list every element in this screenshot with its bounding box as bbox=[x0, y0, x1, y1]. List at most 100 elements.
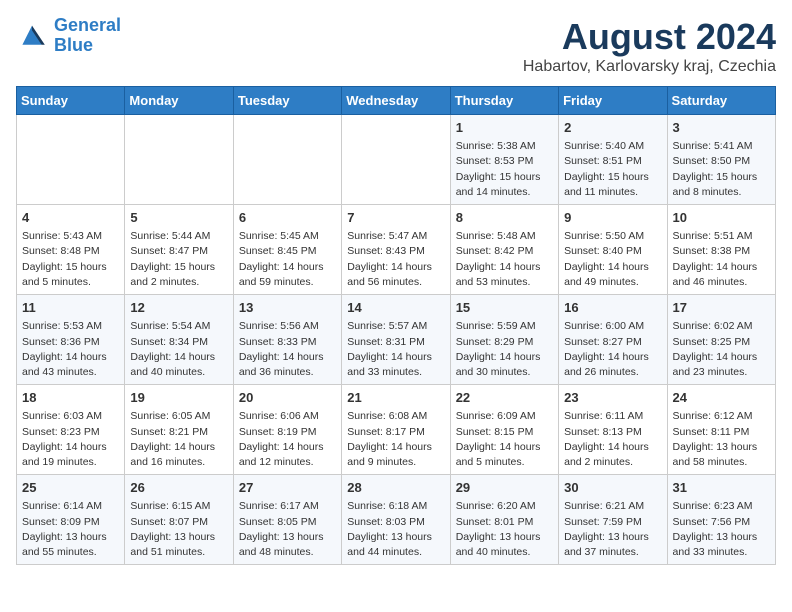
calendar-cell-5: 2 Sunrise: 5:40 AM Sunset: 8:51 PM Daylig… bbox=[559, 115, 667, 205]
day-info: Sunrise: 6:15 AM Sunset: 8:07 PM Dayligh… bbox=[130, 499, 227, 560]
day-info: Sunrise: 5:59 AM Sunset: 8:29 PM Dayligh… bbox=[456, 319, 553, 380]
page-title: August 2024 bbox=[523, 16, 776, 58]
day-number: 26 bbox=[130, 479, 227, 497]
dow-header-saturday: Saturday bbox=[667, 87, 775, 115]
calendar-cell-18: 15 Sunrise: 5:59 AM Sunset: 8:29 PM Dayli… bbox=[450, 295, 558, 385]
calendar-cell-3 bbox=[342, 115, 450, 205]
day-info: Sunrise: 6:12 AM Sunset: 8:11 PM Dayligh… bbox=[673, 409, 770, 470]
day-info: Sunrise: 5:45 AM Sunset: 8:45 PM Dayligh… bbox=[239, 229, 336, 290]
day-number: 20 bbox=[239, 389, 336, 407]
day-info: Sunrise: 5:48 AM Sunset: 8:42 PM Dayligh… bbox=[456, 229, 553, 290]
calendar-cell-4: 1 Sunrise: 5:38 AM Sunset: 8:53 PM Daylig… bbox=[450, 115, 558, 205]
day-number: 7 bbox=[347, 209, 444, 227]
calendar-cell-32: 29 Sunrise: 6:20 AM Sunset: 8:01 PM Dayli… bbox=[450, 475, 558, 565]
day-number: 19 bbox=[130, 389, 227, 407]
calendar-cell-25: 22 Sunrise: 6:09 AM Sunset: 8:15 PM Dayli… bbox=[450, 385, 558, 475]
calendar-cell-10: 7 Sunrise: 5:47 AM Sunset: 8:43 PM Daylig… bbox=[342, 205, 450, 295]
day-info: Sunrise: 6:05 AM Sunset: 8:21 PM Dayligh… bbox=[130, 409, 227, 470]
dow-header-sunday: Sunday bbox=[17, 87, 125, 115]
dow-header-friday: Friday bbox=[559, 87, 667, 115]
day-info: Sunrise: 5:51 AM Sunset: 8:38 PM Dayligh… bbox=[673, 229, 770, 290]
day-number: 4 bbox=[22, 209, 119, 227]
calendar-cell-30: 27 Sunrise: 6:17 AM Sunset: 8:05 PM Dayli… bbox=[233, 475, 341, 565]
calendar-cell-16: 13 Sunrise: 5:56 AM Sunset: 8:33 PM Dayli… bbox=[233, 295, 341, 385]
calendar-table: SundayMondayTuesdayWednesdayThursdayFrid… bbox=[16, 86, 776, 565]
day-number: 11 bbox=[22, 299, 119, 317]
day-info: Sunrise: 6:11 AM Sunset: 8:13 PM Dayligh… bbox=[564, 409, 661, 470]
day-number: 27 bbox=[239, 479, 336, 497]
day-number: 14 bbox=[347, 299, 444, 317]
day-info: Sunrise: 6:17 AM Sunset: 8:05 PM Dayligh… bbox=[239, 499, 336, 560]
day-info: Sunrise: 6:02 AM Sunset: 8:25 PM Dayligh… bbox=[673, 319, 770, 380]
day-number: 28 bbox=[347, 479, 444, 497]
day-number: 13 bbox=[239, 299, 336, 317]
day-info: Sunrise: 5:47 AM Sunset: 8:43 PM Dayligh… bbox=[347, 229, 444, 290]
day-info: Sunrise: 5:43 AM Sunset: 8:48 PM Dayligh… bbox=[22, 229, 119, 290]
calendar-cell-15: 12Sunrise: 5:54 AM Sunset: 8:34 PM Dayli… bbox=[125, 295, 233, 385]
logo-text: General Blue bbox=[54, 16, 121, 56]
calendar-cell-14: 11 Sunrise: 5:53 AM Sunset: 8:36 PM Dayli… bbox=[17, 295, 125, 385]
page-subtitle: Habartov, Karlovarsky kraj, Czechia bbox=[523, 58, 776, 76]
calendar-cell-9: 6 Sunrise: 5:45 AM Sunset: 8:45 PM Daylig… bbox=[233, 205, 341, 295]
calendar-cell-31: 28 Sunrise: 6:18 AM Sunset: 8:03 PM Dayli… bbox=[342, 475, 450, 565]
calendar-cell-22: 19 Sunrise: 6:05 AM Sunset: 8:21 PM Dayli… bbox=[125, 385, 233, 475]
day-info: Sunrise: 5:41 AM Sunset: 8:50 PM Dayligh… bbox=[673, 139, 770, 200]
day-number: 30 bbox=[564, 479, 661, 497]
day-info: Sunrise: 5:38 AM Sunset: 8:53 PM Dayligh… bbox=[456, 139, 553, 200]
day-info: Sunrise: 6:18 AM Sunset: 8:03 PM Dayligh… bbox=[347, 499, 444, 560]
day-info: Sunrise: 5:44 AM Sunset: 8:47 PM Dayligh… bbox=[130, 229, 227, 290]
calendar-cell-12: 9Sunrise: 5:50 AM Sunset: 8:40 PM Daylig… bbox=[559, 205, 667, 295]
calendar-cell-19: 16 Sunrise: 6:00 AM Sunset: 8:27 PM Dayli… bbox=[559, 295, 667, 385]
day-number: 18 bbox=[22, 389, 119, 407]
day-number: 5 bbox=[130, 209, 227, 227]
dow-header-thursday: Thursday bbox=[450, 87, 558, 115]
calendar-cell-27: 24 Sunrise: 6:12 AM Sunset: 8:11 PM Dayli… bbox=[667, 385, 775, 475]
day-number: 31 bbox=[673, 479, 770, 497]
day-info: Sunrise: 5:57 AM Sunset: 8:31 PM Dayligh… bbox=[347, 319, 444, 380]
logo-icon bbox=[16, 22, 48, 50]
calendar-cell-33: 30 Sunrise: 6:21 AM Sunset: 7:59 PM Dayli… bbox=[559, 475, 667, 565]
dow-header-tuesday: Tuesday bbox=[233, 87, 341, 115]
calendar-cell-26: 23 Sunrise: 6:11 AM Sunset: 8:13 PM Dayli… bbox=[559, 385, 667, 475]
calendar-cell-20: 17 Sunrise: 6:02 AM Sunset: 8:25 PM Dayli… bbox=[667, 295, 775, 385]
day-number: 17 bbox=[673, 299, 770, 317]
day-info: Sunrise: 5:54 AM Sunset: 8:34 PM Dayligh… bbox=[130, 319, 227, 380]
calendar-cell-21: 18 Sunrise: 6:03 AM Sunset: 8:23 PM Dayli… bbox=[17, 385, 125, 475]
calendar-cell-0 bbox=[17, 115, 125, 205]
day-number: 3 bbox=[673, 119, 770, 137]
day-number: 16 bbox=[564, 299, 661, 317]
day-info: Sunrise: 6:03 AM Sunset: 8:23 PM Dayligh… bbox=[22, 409, 119, 470]
dow-header-wednesday: Wednesday bbox=[342, 87, 450, 115]
calendar-cell-2 bbox=[233, 115, 341, 205]
day-number: 9 bbox=[564, 209, 661, 227]
calendar-cell-13: 10Sunrise: 5:51 AM Sunset: 8:38 PM Dayli… bbox=[667, 205, 775, 295]
day-info: Sunrise: 5:40 AM Sunset: 8:51 PM Dayligh… bbox=[564, 139, 661, 200]
day-number: 8 bbox=[456, 209, 553, 227]
day-number: 29 bbox=[456, 479, 553, 497]
calendar-cell-24: 21 Sunrise: 6:08 AM Sunset: 8:17 PM Dayli… bbox=[342, 385, 450, 475]
day-info: Sunrise: 5:56 AM Sunset: 8:33 PM Dayligh… bbox=[239, 319, 336, 380]
day-number: 2 bbox=[564, 119, 661, 137]
calendar-cell-1 bbox=[125, 115, 233, 205]
day-number: 25 bbox=[22, 479, 119, 497]
day-info: Sunrise: 6:00 AM Sunset: 8:27 PM Dayligh… bbox=[564, 319, 661, 380]
day-info: Sunrise: 6:09 AM Sunset: 8:15 PM Dayligh… bbox=[456, 409, 553, 470]
day-number: 1 bbox=[456, 119, 553, 137]
day-info: Sunrise: 6:21 AM Sunset: 7:59 PM Dayligh… bbox=[564, 499, 661, 560]
day-number: 22 bbox=[456, 389, 553, 407]
title-block: August 2024 Habartov, Karlovarsky kraj, … bbox=[523, 16, 776, 76]
calendar-cell-7: 4 Sunrise: 5:43 AM Sunset: 8:48 PM Daylig… bbox=[17, 205, 125, 295]
day-number: 6 bbox=[239, 209, 336, 227]
day-info: Sunrise: 6:08 AM Sunset: 8:17 PM Dayligh… bbox=[347, 409, 444, 470]
calendar-cell-29: 26 Sunrise: 6:15 AM Sunset: 8:07 PM Dayli… bbox=[125, 475, 233, 565]
logo: General Blue bbox=[16, 16, 121, 56]
calendar-cell-6: 3 Sunrise: 5:41 AM Sunset: 8:50 PM Daylig… bbox=[667, 115, 775, 205]
day-info: Sunrise: 6:20 AM Sunset: 8:01 PM Dayligh… bbox=[456, 499, 553, 560]
day-number: 15 bbox=[456, 299, 553, 317]
calendar-cell-11: 8 Sunrise: 5:48 AM Sunset: 8:42 PM Daylig… bbox=[450, 205, 558, 295]
day-number: 24 bbox=[673, 389, 770, 407]
day-number: 23 bbox=[564, 389, 661, 407]
calendar-cell-17: 14 Sunrise: 5:57 AM Sunset: 8:31 PM Dayli… bbox=[342, 295, 450, 385]
day-number: 21 bbox=[347, 389, 444, 407]
day-info: Sunrise: 5:53 AM Sunset: 8:36 PM Dayligh… bbox=[22, 319, 119, 380]
